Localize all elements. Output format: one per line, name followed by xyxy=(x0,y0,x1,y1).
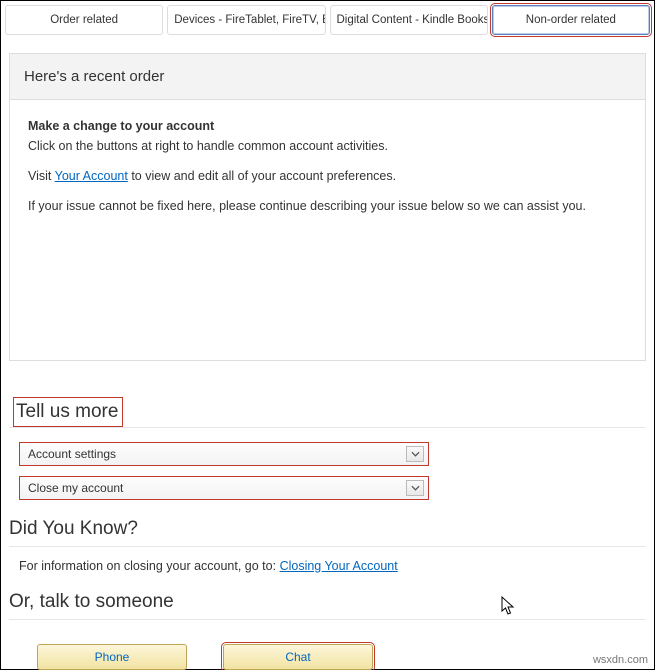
did-you-know-text: For information on closing your account,… xyxy=(19,559,280,573)
chevron-down-icon xyxy=(406,480,424,496)
tab-non-order-related[interactable]: Non-order related xyxy=(492,5,650,35)
panel-body: Make a change to your account Click on t… xyxy=(10,100,645,360)
account-change-line3: If your issue cannot be fixed here, plea… xyxy=(28,196,627,216)
tab-order-related[interactable]: Order related xyxy=(5,5,163,35)
divider xyxy=(9,427,646,428)
closing-your-account-link[interactable]: Closing Your Account xyxy=(280,559,398,573)
chat-button[interactable]: Chat xyxy=(223,644,373,670)
did-you-know-title: Did You Know? xyxy=(9,518,646,547)
panel-header: Here's a recent order xyxy=(10,54,645,100)
account-change-line1: Click on the buttons at right to handle … xyxy=(28,136,627,156)
tab-devices[interactable]: Devices - FireTablet, FireTV, Echo etc. xyxy=(167,5,325,35)
account-change-title: Make a change to your account xyxy=(28,119,214,133)
watermark: wsxdn.com xyxy=(593,654,648,666)
issue-detail-select[interactable]: Close my account xyxy=(19,476,429,500)
visit-suffix: to view and edit all of your account pre… xyxy=(128,169,396,183)
issue-detail-value: Close my account xyxy=(28,481,123,495)
tell-us-more-title: Tell us more xyxy=(13,397,123,427)
tabs-row: Order related Devices - FireTablet, Fire… xyxy=(1,1,654,39)
chevron-down-icon xyxy=(406,446,424,462)
talk-to-someone-title: Or, talk to someone xyxy=(9,591,646,620)
tab-digital-content[interactable]: Digital Content - Kindle Books, Videos, … xyxy=(330,5,488,35)
issue-category-select[interactable]: Account settings xyxy=(19,442,429,466)
issue-category-value: Account settings xyxy=(28,447,116,461)
phone-button[interactable]: Phone xyxy=(37,644,187,670)
your-account-link[interactable]: Your Account xyxy=(55,169,128,183)
recent-order-panel: Here's a recent order Make a change to y… xyxy=(9,53,646,361)
visit-prefix: Visit xyxy=(28,169,55,183)
contact-row: Phone Chat xyxy=(37,644,646,670)
